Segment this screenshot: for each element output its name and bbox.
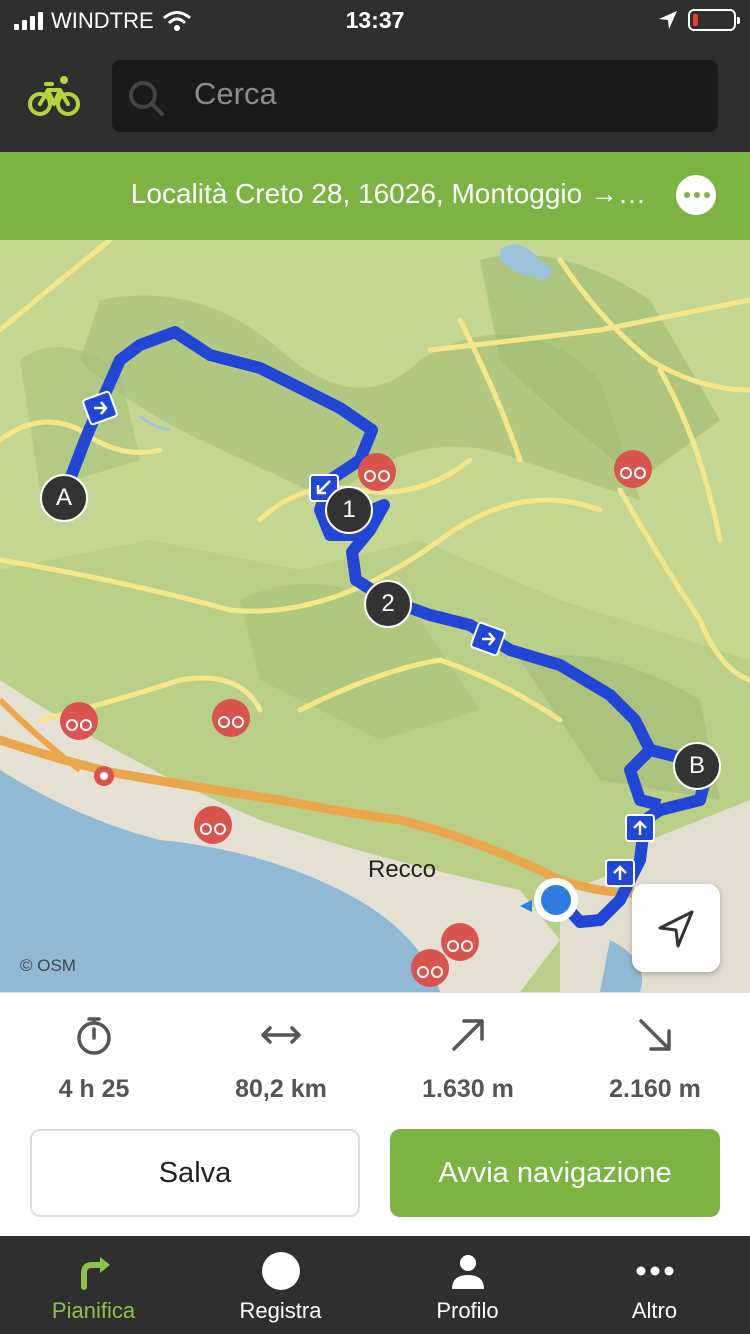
stat-duration: 4 h 25	[0, 1013, 188, 1104]
search-input[interactable]: Cerca	[112, 60, 718, 132]
descent-value: 2.160 m	[609, 1075, 701, 1103]
waypoint-b[interactable]: B	[674, 748, 720, 784]
record-icon	[261, 1252, 300, 1290]
tab-label: Altro	[631, 1298, 678, 1323]
tab-icon-wrap	[374, 1250, 561, 1292]
stopwatch-icon	[77, 1017, 111, 1055]
status-bar: WINDTRE 13:37	[0, 0, 750, 42]
route-title: Località Creto 28, 16026, Montoggio →…	[130, 178, 646, 209]
map-view[interactable]: A 1 2 B Recco © OSM	[0, 240, 750, 992]
tab-icon-wrap	[187, 1250, 374, 1292]
waypoint-2[interactable]: 2	[365, 586, 411, 622]
battery-icon	[688, 9, 740, 31]
tab-bar: Pianifica Registra Profilo Altro	[0, 1236, 750, 1334]
distance-icon	[261, 1026, 301, 1044]
route-title-bar[interactable]: Località Creto 28, 16026, Montoggio →…	[0, 152, 750, 240]
tab-altro[interactable]: Altro	[561, 1236, 748, 1334]
bicycle-icon	[28, 76, 80, 116]
clock: 13:37	[345, 7, 405, 33]
distance-value: 80,2 km	[235, 1075, 327, 1103]
stat-distance: 80,2 km	[187, 1013, 375, 1104]
start-navigation-button[interactable]: Avvia navigazione	[390, 1129, 720, 1217]
search-icon	[129, 81, 164, 116]
navigation-arrow-icon	[658, 910, 694, 948]
route-summary-panel: 4 h 25 80,2 km 1.630 m 2.160 m Salva Avv…	[0, 992, 750, 1236]
descent-icon	[639, 1019, 671, 1051]
plan-route-icon	[80, 1257, 110, 1290]
waypoint-1[interactable]: 1	[326, 492, 372, 528]
tab-profilo[interactable]: Profilo	[374, 1236, 561, 1334]
route-planner-screen: WINDTRE 13:37 Cerca Località Creto 28, 1…	[0, 0, 750, 1334]
route-options-button[interactable]	[676, 175, 716, 215]
tab-pianifica[interactable]: Pianifica	[0, 1236, 187, 1334]
map-attribution: © OSM	[20, 956, 76, 975]
waypoint-a[interactable]: A	[41, 480, 87, 516]
more-icon	[636, 1266, 673, 1276]
tab-icon-wrap	[0, 1250, 187, 1292]
top-bar: Cerca	[0, 42, 750, 152]
activity-type-button[interactable]	[24, 70, 84, 124]
tab-label: Registra	[239, 1298, 322, 1323]
locate-me-button[interactable]	[632, 884, 720, 972]
ascent-icon	[452, 1019, 484, 1051]
more-icon	[684, 192, 710, 198]
status-right	[658, 9, 740, 31]
stat-ascent: 1.630 m	[374, 1013, 562, 1104]
save-button[interactable]: Salva	[30, 1129, 360, 1217]
stat-descent: 2.160 m	[561, 1013, 749, 1104]
place-label-recco: Recco	[368, 856, 437, 883]
tab-icon-wrap	[561, 1250, 748, 1292]
ascent-value: 1.630 m	[422, 1075, 514, 1103]
tab-label: Profilo	[436, 1298, 499, 1323]
location-arrow-icon	[659, 11, 677, 29]
duration-value: 4 h 25	[58, 1075, 130, 1103]
tab-registra[interactable]: Registra	[187, 1236, 374, 1334]
search-placeholder: Cerca	[194, 76, 277, 111]
profile-icon	[451, 1255, 484, 1289]
tab-label: Pianifica	[51, 1298, 136, 1323]
